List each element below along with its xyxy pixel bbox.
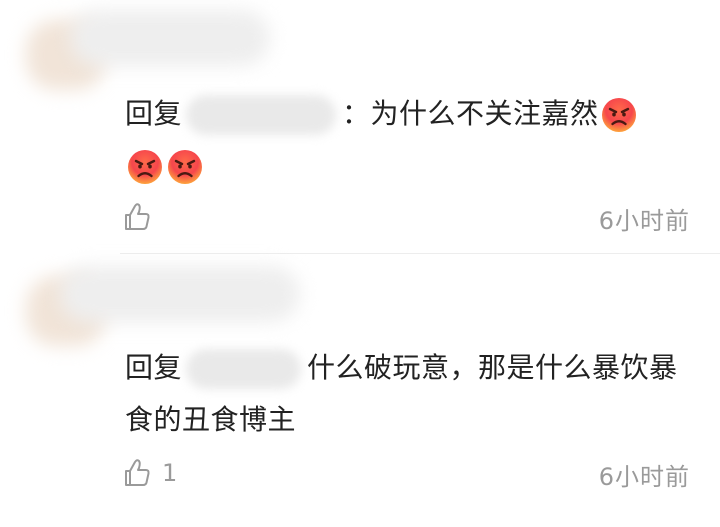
thumbs-up-icon[interactable] [120, 457, 152, 489]
username[interactable] [60, 266, 300, 322]
timestamp: 6小时前 [598, 207, 690, 235]
mentioned-user[interactable] [186, 95, 337, 135]
reply-prefix: 回复 [125, 97, 183, 130]
comment-body: ：为什么不关注嘉然 [342, 97, 599, 130]
timestamp: 6小时前 [598, 463, 690, 491]
comment-item: 回复 什么破玩意，那是什么暴饮暴食的丑食博主 1 6小时前 [0, 254, 720, 527]
mentioned-user[interactable] [186, 349, 302, 389]
like-button[interactable] [120, 199, 162, 235]
comment-item: 回复 ：为什么不关注嘉然 6小时前 [0, 0, 720, 254]
username[interactable] [70, 10, 270, 66]
angry-face-icon [127, 149, 163, 185]
thumbs-up-icon[interactable] [120, 201, 152, 233]
angry-face-icon [600, 97, 637, 133]
like-button[interactable]: 1 [120, 455, 177, 491]
angry-face-icon [167, 149, 203, 185]
comment-footer: 6小时前 [120, 199, 690, 235]
reply-prefix: 回复 [125, 351, 183, 384]
like-count: 1 [162, 459, 178, 487]
comment-text: 回复 ：为什么不关注嘉然 [125, 88, 685, 192]
comment-text: 回复 什么破玩意，那是什么暴饮暴食的丑食博主 [125, 342, 685, 446]
comment-footer: 1 6小时前 [120, 455, 690, 491]
